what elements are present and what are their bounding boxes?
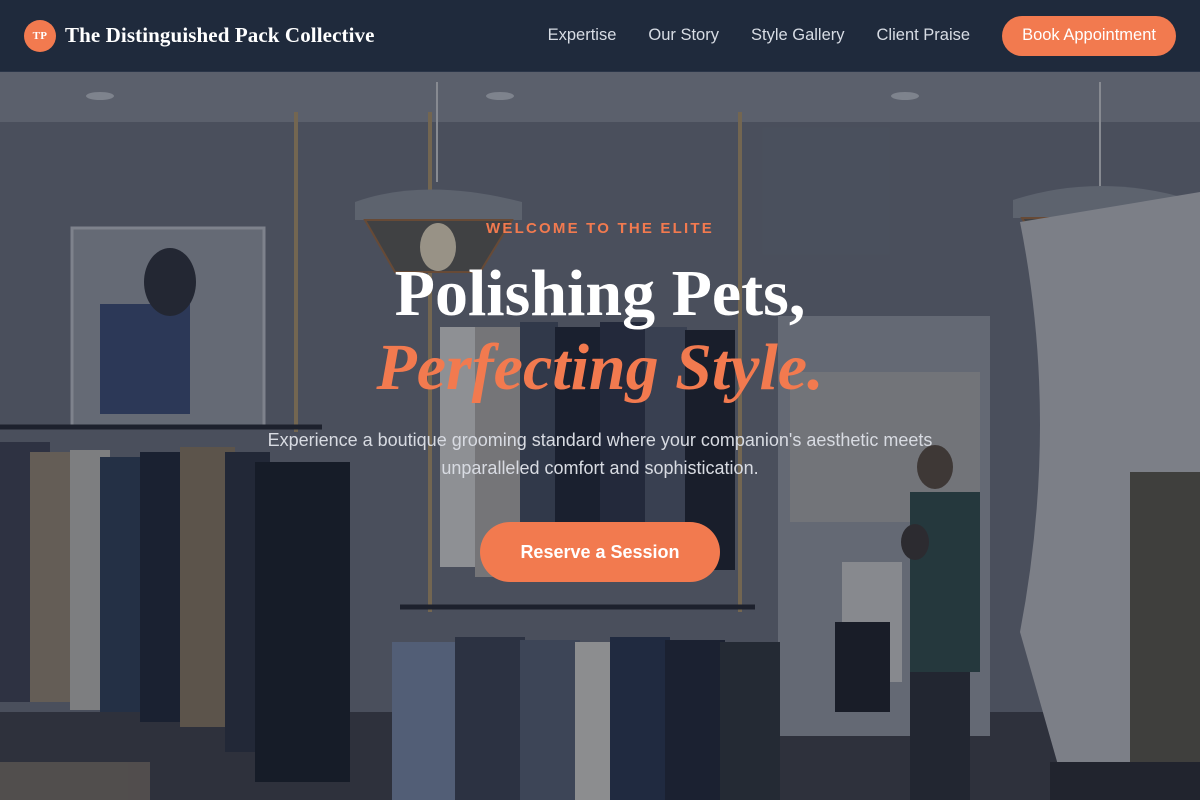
brand[interactable]: TP The Distinguished Pack Collective [24, 19, 375, 52]
nav-link-style-gallery[interactable]: Style Gallery [751, 26, 845, 45]
hero-headline-line1: Polishing Pets, [394, 257, 806, 330]
hero-section: WELCOME TO THE ELITE Polishing Pets, Per… [0, 72, 1200, 800]
hero-eyebrow: WELCOME TO THE ELITE [486, 220, 714, 237]
nav-link-expertise[interactable]: Expertise [548, 26, 617, 45]
nav-link-client-praise[interactable]: Client Praise [877, 26, 971, 45]
brand-logo[interactable]: TP [24, 19, 56, 52]
reserve-session-button[interactable]: Reserve a Session [480, 522, 720, 582]
nav-links: Expertise Our Story Style Gallery Client… [548, 26, 970, 45]
hero-content: WELCOME TO THE ELITE Polishing Pets, Per… [0, 72, 1200, 800]
brand-name[interactable]: The Distinguished Pack Collective [65, 23, 375, 48]
hero-headline-line2: Perfecting Style. [376, 331, 824, 404]
nav-link-our-story[interactable]: Our Story [648, 26, 719, 45]
nav-right: Expertise Our Story Style Gallery Client… [548, 15, 1176, 56]
top-navbar: TP The Distinguished Pack Collective Exp… [0, 0, 1200, 72]
hero-subtext: Experience a boutique grooming standard … [267, 430, 933, 478]
book-appointment-button[interactable]: Book Appointment [1002, 15, 1176, 56]
